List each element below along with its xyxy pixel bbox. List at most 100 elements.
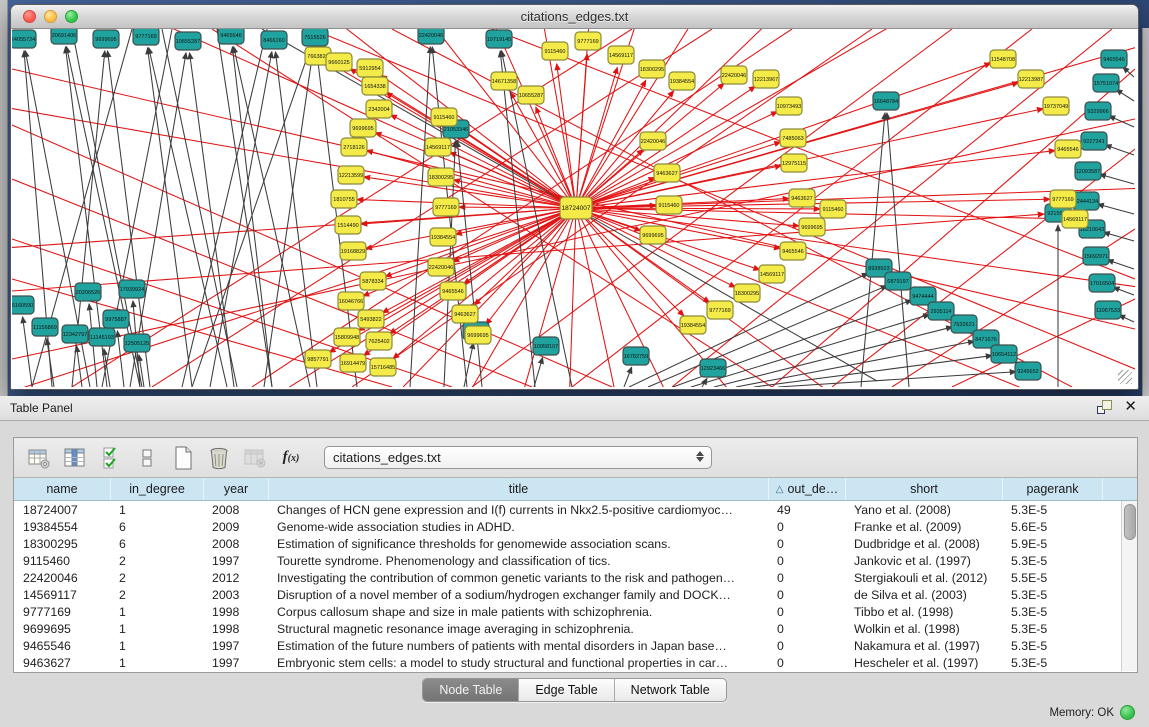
network-node[interactable]: 7485063 (780, 129, 806, 147)
network-node[interactable]: 8466160 (261, 31, 287, 49)
network-node[interactable]: 9777169 (133, 29, 159, 45)
network-node[interactable]: 6879197 (885, 272, 911, 290)
network-node[interactable]: 15716485 (370, 358, 396, 376)
network-node[interactable]: 12505125 (124, 334, 150, 352)
delete-table-icon[interactable] (204, 443, 234, 473)
scrollbar-thumb[interactable] (1124, 504, 1136, 540)
close-panel-icon[interactable]: ✕ (1124, 400, 1137, 414)
network-node[interactable]: 9699695 (799, 218, 825, 236)
column-header-out_de[interactable]: △out_de… (768, 478, 845, 500)
network-node[interactable]: 7625402 (366, 332, 392, 350)
network-node[interactable]: 9115460 (542, 42, 568, 60)
network-node[interactable]: 9465546 (218, 29, 244, 44)
table-row[interactable]: 946554611997Estimation of the future num… (14, 637, 1137, 654)
network-window[interactable]: citations_edges.txt 24055724 20691406 9699… (10, 4, 1139, 390)
network-node[interactable]: 20206526 (75, 283, 101, 301)
network-node[interactable]: 15692971 (1083, 247, 1109, 265)
network-node[interactable]: 16914479 (340, 354, 366, 372)
tab-network-table[interactable]: Network Table (614, 679, 726, 701)
network-node[interactable]: 9329966 (1085, 102, 1111, 120)
table-row[interactable]: 977716911998Corpus callosum shape and si… (14, 603, 1137, 620)
network-node[interactable]: 19384554 (430, 228, 456, 246)
column-header-pagerank[interactable]: pagerank (1002, 478, 1102, 500)
network-node[interactable]: 9699695 (465, 326, 491, 344)
network-node[interactable]: 19384554 (680, 316, 706, 334)
network-node[interactable]: 19737049 (1043, 97, 1069, 115)
network-node[interactable]: 12213599 (338, 166, 364, 184)
network-node[interactable]: 17939924 (119, 280, 145, 298)
network-node[interactable]: 10655287 (518, 86, 544, 104)
network-hub-node[interactable]: 18724007 (560, 197, 592, 219)
network-node[interactable]: 14569117 (608, 46, 634, 64)
table-row[interactable]: 969969511998Structural magnetic resonanc… (14, 620, 1137, 637)
network-node[interactable]: 9227341 (1081, 132, 1107, 150)
float-panel-icon[interactable] (1097, 400, 1112, 414)
network-node[interactable]: 12342797 (62, 325, 88, 343)
network-node[interactable]: 5493822 (358, 310, 384, 328)
window-resize-grip[interactable] (1118, 370, 1132, 384)
column-header-short[interactable]: short (845, 478, 1002, 500)
network-window-titlebar[interactable]: citations_edges.txt (11, 5, 1138, 29)
network-node[interactable]: 16782759 (623, 347, 649, 365)
network-node[interactable]: 17016504 (1089, 274, 1115, 292)
network-node[interactable]: 14569117 (759, 265, 785, 283)
network-node[interactable]: 19384554 (669, 72, 695, 90)
network-node[interactable]: 2935114 (928, 302, 954, 320)
network-node[interactable]: 20691406 (51, 29, 77, 44)
network-node[interactable]: 24055724 (12, 30, 36, 48)
network-node[interactable]: 22420046 (721, 66, 747, 84)
network-node[interactable]: 9857791 (305, 350, 331, 368)
network-node[interactable]: 11548708 (990, 50, 1016, 68)
network-node[interactable]: 18300295 (428, 168, 454, 186)
network-node[interactable]: 9777169 (575, 32, 601, 50)
network-node[interactable]: 22420046 (428, 258, 454, 276)
network-node[interactable]: 9463627 (789, 189, 815, 207)
network-node[interactable]: 19168829 (340, 242, 366, 260)
network-node[interactable]: 18300295 (734, 284, 760, 302)
network-node[interactable]: 9465546 (780, 242, 806, 260)
network-node[interactable]: 2718126 (341, 138, 367, 156)
network-node[interactable]: 9777169 (707, 301, 733, 319)
network-node[interactable]: 15809948 (334, 328, 360, 346)
network-node[interactable]: 12093587 (1075, 162, 1101, 180)
select-columns-icon[interactable] (96, 443, 126, 473)
function-builder-icon[interactable]: f(x) (276, 443, 306, 473)
network-node[interactable]: 7632621 (951, 315, 977, 333)
network-node[interactable]: 5912954 (357, 59, 383, 77)
network-node[interactable]: 25160590 (12, 296, 34, 314)
network-node[interactable]: 11145193 (89, 328, 115, 346)
network-node[interactable]: 12923466 (700, 359, 726, 377)
network-node[interactable]: 5878334 (360, 272, 386, 290)
network-node[interactable]: 22420046 (640, 132, 666, 150)
network-node[interactable]: 16046766 (338, 292, 364, 310)
tab-edge-table[interactable]: Edge Table (518, 679, 613, 701)
network-node[interactable]: 9115460 (656, 196, 682, 214)
network-node[interactable]: 9660125 (326, 53, 352, 71)
network-node[interactable]: 10973493 (776, 97, 802, 115)
network-node[interactable]: 14569117 (425, 138, 451, 156)
network-node[interactable]: 9463627 (654, 164, 680, 182)
network-node[interactable]: 9777169 (433, 198, 459, 216)
row-height-icon[interactable] (132, 443, 162, 473)
table-row[interactable]: 1872400712008Changes of HCN gene express… (14, 501, 1137, 518)
network-node[interactable]: 9699695 (640, 226, 666, 244)
network-node[interactable]: 15751074 (1093, 74, 1119, 92)
network-node[interactable]: 12213987 (1018, 70, 1044, 88)
table-header-row[interactable]: namein_degreeyeartitle△out_de…shortpager… (14, 478, 1137, 501)
table-row[interactable]: 1938455462009Genome-wide association stu… (14, 518, 1137, 535)
network-node[interactable]: 9699695 (93, 30, 119, 48)
network-node[interactable]: 9465546 (440, 282, 466, 300)
table-row[interactable]: 1456911722003Disruption of a novel membe… (14, 586, 1137, 603)
network-node[interactable]: 9975887 (103, 310, 129, 328)
network-node[interactable]: 2342004 (366, 100, 392, 118)
network-node[interactable]: 7515526 (302, 29, 328, 46)
tab-node-table[interactable]: Node Table (423, 679, 518, 701)
column-header-title[interactable]: title (268, 478, 768, 500)
table-row[interactable]: 946362711997Embryonic stem cells: a mode… (14, 654, 1137, 671)
network-node[interactable]: 12213967 (753, 70, 779, 88)
network-view-canvas[interactable]: 24055724 20691406 9699695 9777169 10655287 94… (12, 29, 1135, 387)
network-node[interactable]: 9463627 (452, 305, 478, 323)
column-header-year[interactable]: year (203, 478, 268, 500)
network-node[interactable]: 14569117 (1062, 210, 1088, 228)
network-node[interactable]: 12444134 (1073, 192, 1099, 210)
